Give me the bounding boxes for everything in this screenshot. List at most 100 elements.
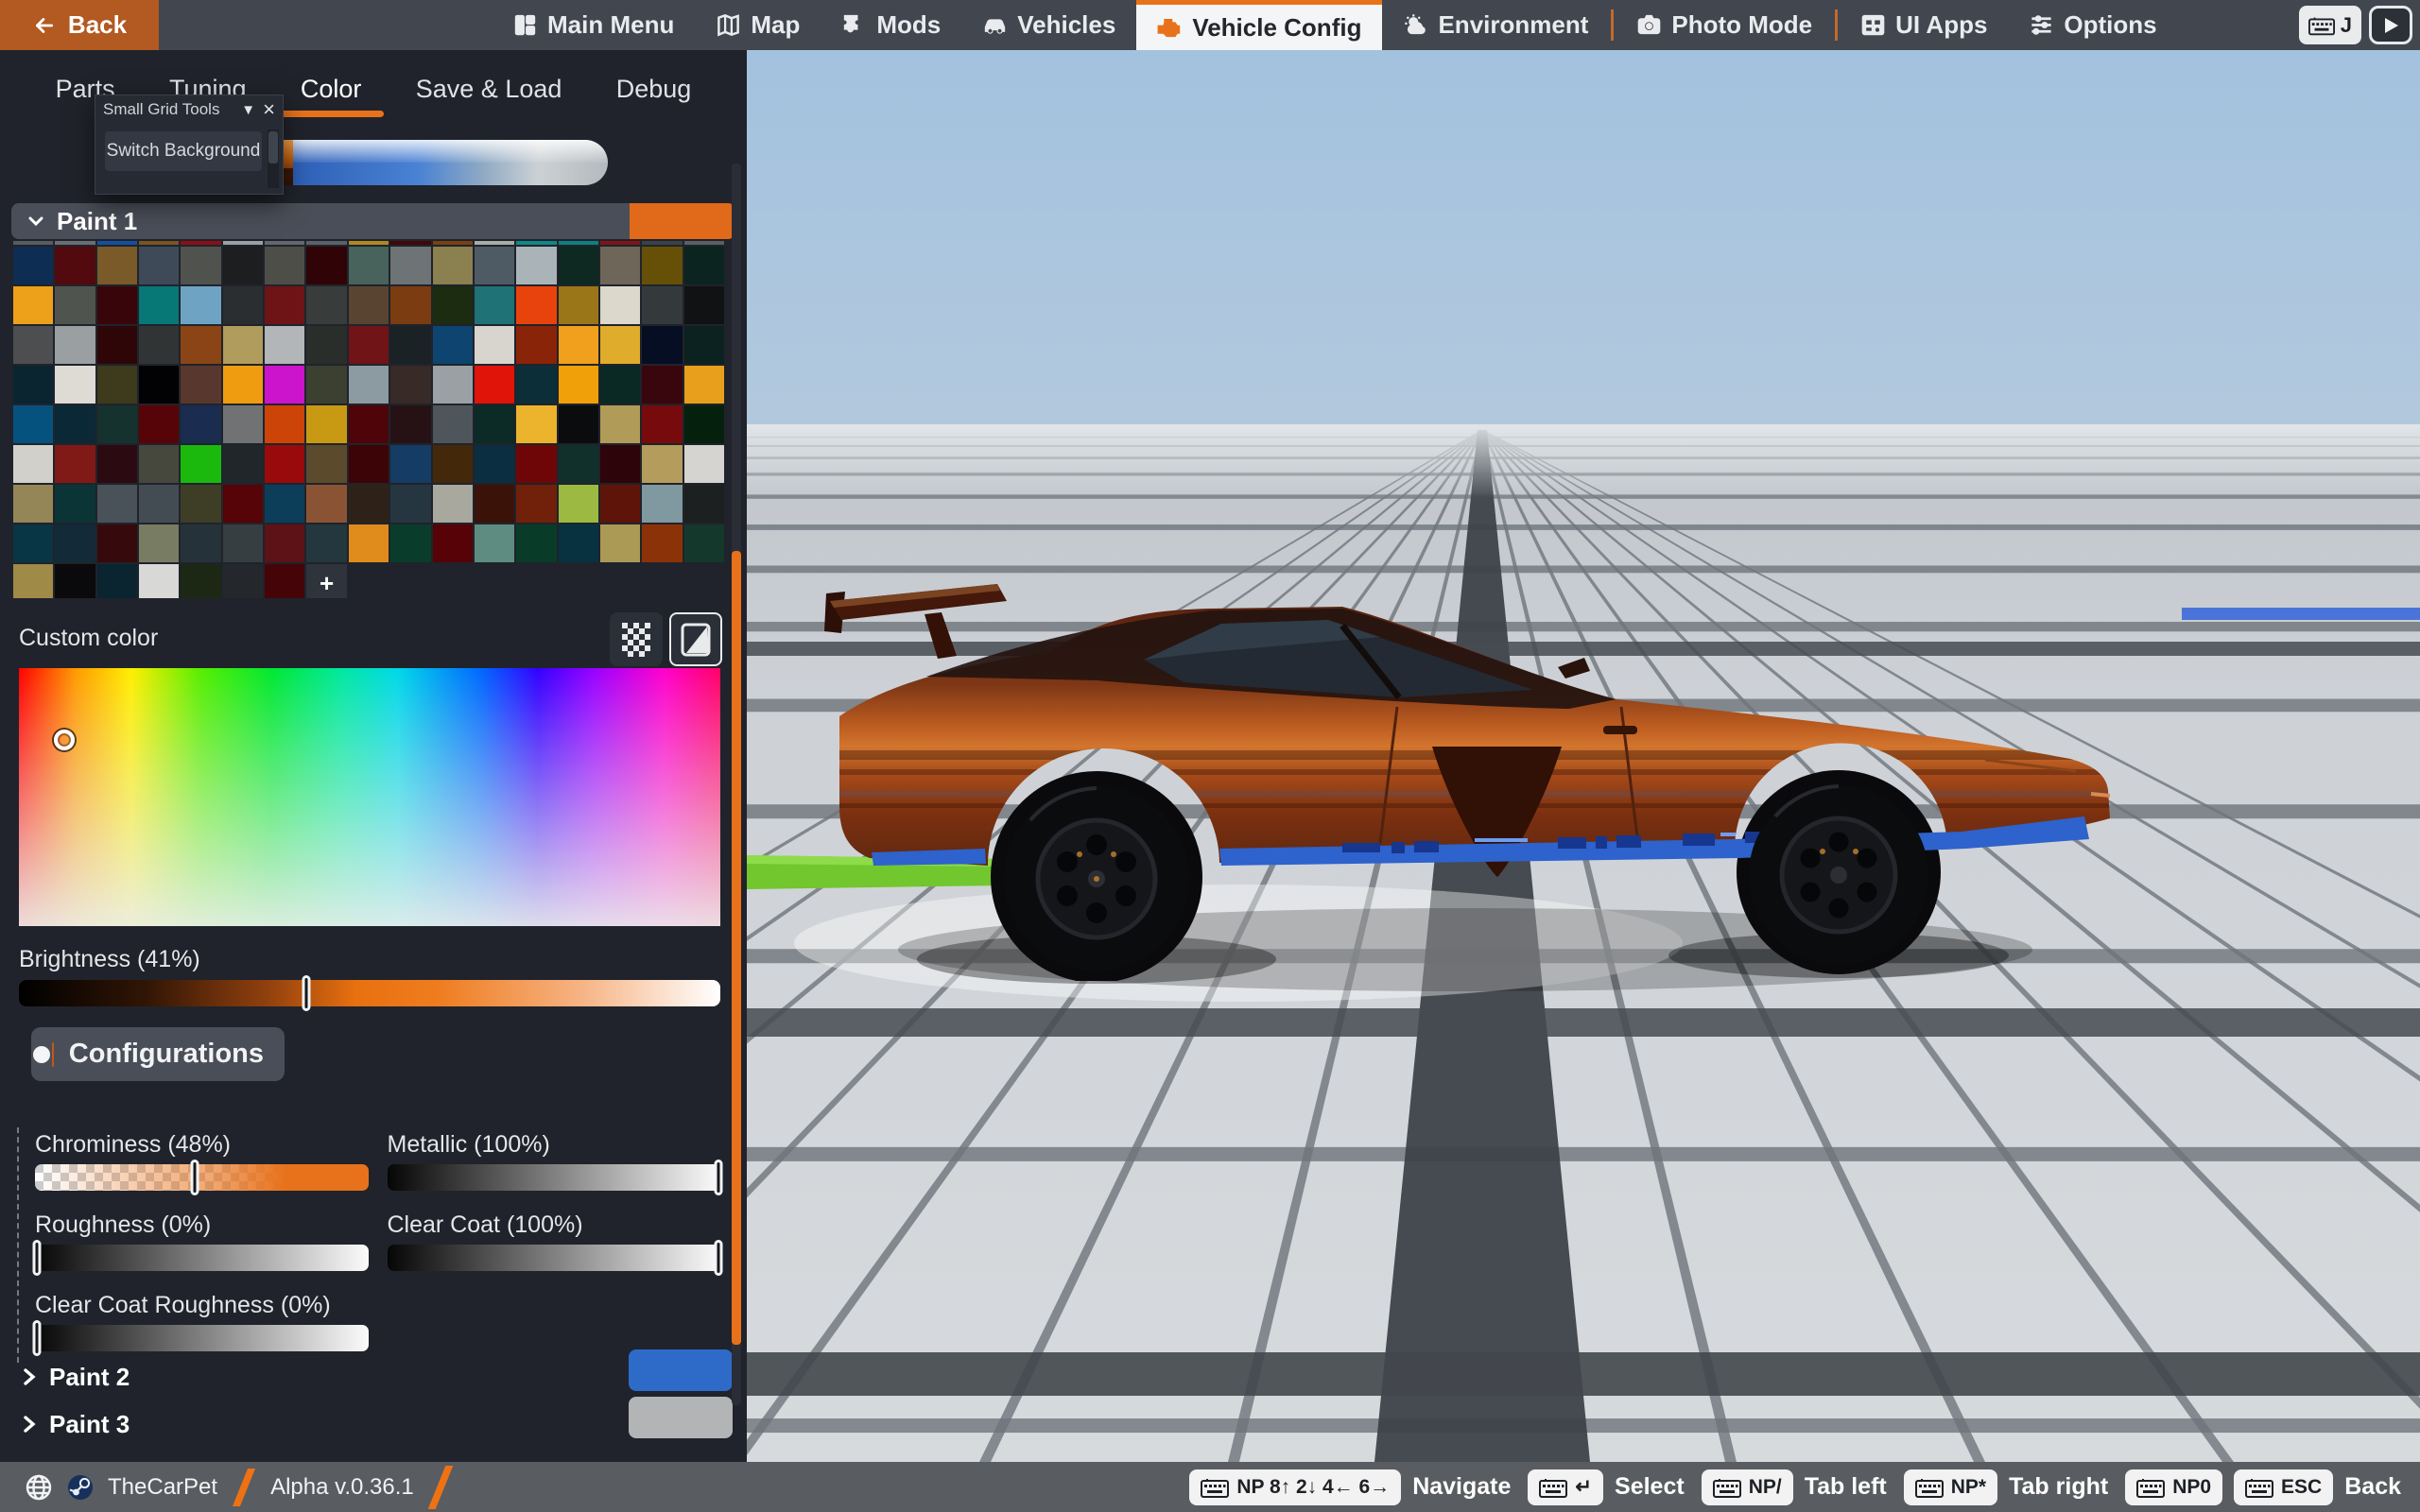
paint1-current-swatch[interactable]: [630, 203, 735, 239]
tool-window-scrollbar[interactable]: [268, 129, 279, 188]
palette-swatch[interactable]: [559, 405, 598, 443]
palette-swatch[interactable]: [181, 326, 220, 364]
palette-swatch[interactable]: [306, 405, 346, 443]
palette-swatch[interactable]: [97, 524, 137, 562]
palette-swatch[interactable]: [516, 286, 556, 324]
palette-swatch[interactable]: [433, 524, 473, 562]
palette-swatch[interactable]: [475, 241, 514, 245]
palette-swatch[interactable]: [139, 445, 179, 483]
palette-swatch[interactable]: [642, 247, 682, 284]
palette-swatch[interactable]: [55, 485, 95, 523]
palette-swatch[interactable]: [139, 405, 179, 443]
palette-swatch[interactable]: [55, 247, 95, 284]
palette-swatch[interactable]: [433, 445, 473, 483]
slider-track[interactable]: [388, 1245, 721, 1271]
palette-swatch[interactable]: [223, 485, 263, 523]
input-device-button[interactable]: J: [2299, 6, 2361, 44]
palette-swatch[interactable]: [97, 286, 137, 324]
palette-swatch[interactable]: [433, 247, 473, 284]
palette-swatch[interactable]: [600, 326, 640, 364]
palette-swatch[interactable]: [13, 241, 53, 245]
palette-swatch[interactable]: [181, 247, 220, 284]
slider-handle[interactable]: [33, 1240, 42, 1276]
palette-swatch[interactable]: [223, 405, 263, 443]
palette-swatch[interactable]: [13, 366, 53, 404]
palette-swatch[interactable]: [390, 485, 430, 523]
slider-handle[interactable]: [714, 1160, 722, 1195]
play-button[interactable]: [2369, 6, 2412, 44]
slider-handle[interactable]: [714, 1240, 722, 1276]
globe-icon[interactable]: [25, 1473, 53, 1502]
palette-swatch[interactable]: [223, 247, 263, 284]
palette-swatch[interactable]: [223, 524, 263, 562]
palette-swatch[interactable]: [55, 405, 95, 443]
slider-track[interactable]: [388, 1164, 721, 1191]
palette-swatch[interactable]: [516, 485, 556, 523]
palette-swatch[interactable]: [139, 564, 179, 598]
palette-swatch[interactable]: [55, 524, 95, 562]
palette-swatch[interactable]: [13, 485, 53, 523]
palette-swatch[interactable]: [559, 326, 598, 364]
palette-swatch[interactable]: [475, 326, 514, 364]
palette-swatch[interactable]: [55, 366, 95, 404]
menu-item-map[interactable]: Map: [695, 0, 821, 50]
palette-swatch[interactable]: [97, 405, 137, 443]
palette-swatch[interactable]: [600, 445, 640, 483]
palette-swatch[interactable]: [559, 445, 598, 483]
palette-swatch[interactable]: [55, 241, 95, 245]
palette-swatch[interactable]: [97, 366, 137, 404]
palette-swatch[interactable]: [390, 241, 430, 245]
palette-swatch[interactable]: [306, 524, 346, 562]
palette-swatch[interactable]: [181, 445, 220, 483]
palette-swatch[interactable]: [349, 485, 389, 523]
palette-swatch[interactable]: [97, 564, 137, 598]
palette-swatch[interactable]: [265, 326, 304, 364]
slider-track[interactable]: [35, 1245, 369, 1271]
palette-swatch[interactable]: [390, 445, 430, 483]
palette-swatch[interactable]: [684, 247, 724, 284]
palette-swatch[interactable]: [642, 445, 682, 483]
palette-swatch[interactable]: [265, 405, 304, 443]
palette-swatch[interactable]: [516, 241, 556, 245]
palette-swatch[interactable]: [390, 366, 430, 404]
palette-swatch[interactable]: [181, 485, 220, 523]
palette-swatch[interactable]: [181, 405, 220, 443]
palette-swatch[interactable]: [265, 445, 304, 483]
contrast-preview-button[interactable]: [669, 612, 722, 666]
palette-swatch[interactable]: [265, 241, 304, 245]
palette-swatch[interactable]: [55, 326, 95, 364]
palette-swatch[interactable]: [642, 326, 682, 364]
palette-swatch[interactable]: [475, 286, 514, 324]
palette-swatch[interactable]: [559, 524, 598, 562]
brightness-slider[interactable]: [19, 980, 720, 1006]
palette-swatch[interactable]: [475, 485, 514, 523]
palette-swatch[interactable]: [433, 286, 473, 324]
palette-swatch[interactable]: [349, 241, 389, 245]
slider-track[interactable]: [35, 1164, 369, 1191]
palette-swatch[interactable]: [139, 326, 179, 364]
palette-swatch[interactable]: [97, 247, 137, 284]
palette-swatch[interactable]: [349, 326, 389, 364]
palette-swatch[interactable]: [13, 326, 53, 364]
palette-swatch[interactable]: [684, 445, 724, 483]
palette-swatch[interactable]: [516, 405, 556, 443]
tool-window-header[interactable]: Small Grid Tools ▼ ×: [95, 95, 283, 124]
vehicle-car[interactable]: [813, 565, 2118, 981]
tab-color[interactable]: Color: [297, 65, 366, 113]
palette-swatch[interactable]: [390, 247, 430, 284]
palette-swatch[interactable]: [600, 524, 640, 562]
palette-swatch[interactable]: [475, 247, 514, 284]
paint2-header[interactable]: Paint 2: [11, 1361, 735, 1393]
palette-swatch[interactable]: [306, 247, 346, 284]
tab-debug[interactable]: Debug: [613, 65, 696, 113]
color-picker-marker[interactable]: [54, 730, 75, 750]
palette-swatch[interactable]: [684, 286, 724, 324]
slider-handle[interactable]: [33, 1320, 42, 1356]
palette-swatch[interactable]: [265, 524, 304, 562]
palette-swatch[interactable]: [181, 564, 220, 598]
menu-item-environment[interactable]: Environment: [1382, 0, 1609, 50]
palette-swatch[interactable]: [684, 366, 724, 404]
palette-swatch[interactable]: [13, 445, 53, 483]
palette-swatch[interactable]: [516, 524, 556, 562]
palette-swatch[interactable]: [600, 247, 640, 284]
